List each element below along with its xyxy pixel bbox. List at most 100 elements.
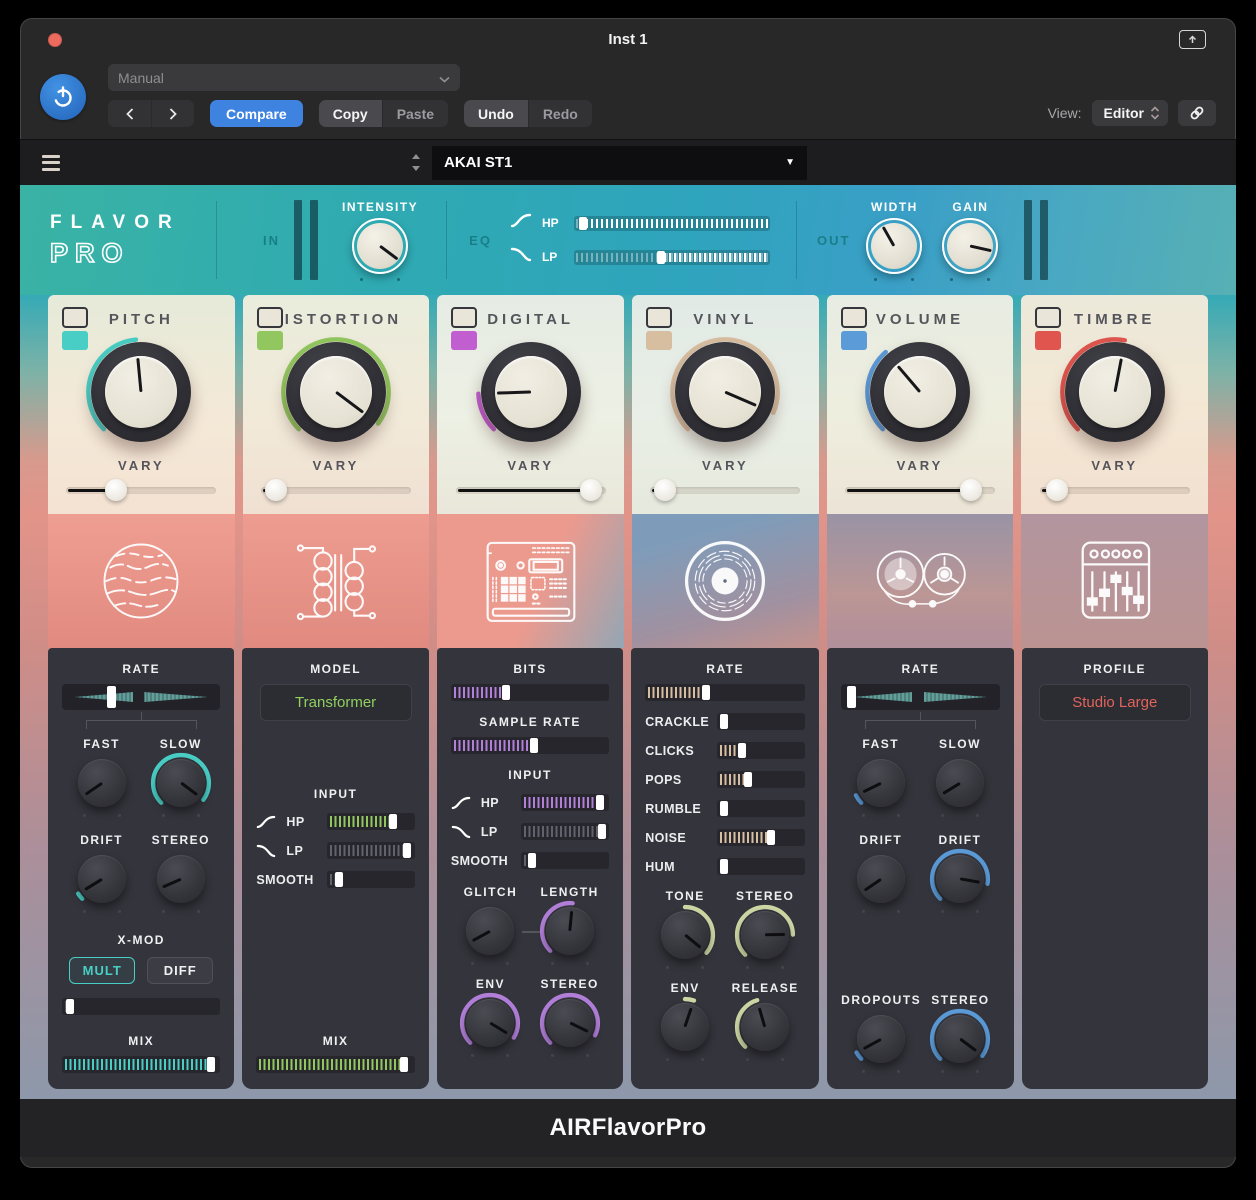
vinyl-vary-slider[interactable] xyxy=(650,479,800,501)
volume-dropouts-knob[interactable] xyxy=(855,1013,907,1065)
volume-drift-slow-knob[interactable] xyxy=(934,853,986,905)
pitch-rate-slider[interactable] xyxy=(62,684,220,710)
digital-bits-slider[interactable] xyxy=(451,684,609,701)
vinyl-stereo-knob[interactable] xyxy=(739,909,791,961)
slider-handle[interactable] xyxy=(66,999,74,1014)
device-select[interactable]: AKAI ST1 ▼ xyxy=(432,146,807,180)
digital-sample-rate-slider[interactable] xyxy=(451,737,609,754)
link-button[interactable] xyxy=(1178,100,1216,126)
vinyl-tone-knob[interactable] xyxy=(659,909,711,961)
slider-handle[interactable] xyxy=(720,714,728,729)
slider-handle[interactable] xyxy=(400,1057,408,1072)
next-preset-button[interactable] xyxy=(151,100,194,127)
vinyl-clicks-slider[interactable] xyxy=(717,742,805,759)
slider-handle[interactable] xyxy=(596,795,604,810)
digital-input-lp-slider[interactable] xyxy=(521,823,609,840)
digital-smooth-slider[interactable] xyxy=(521,852,609,869)
volume-fast-knob[interactable] xyxy=(855,757,907,809)
vinyl-pops-slider[interactable] xyxy=(717,771,805,788)
pitch-amount-knob[interactable] xyxy=(89,340,193,444)
power-button[interactable] xyxy=(40,74,86,120)
timbre-amount-knob[interactable] xyxy=(1063,340,1167,444)
volume-amount-knob[interactable] xyxy=(868,340,972,444)
volume-drift-fast-knob[interactable] xyxy=(855,853,907,905)
xmod-amount-slider[interactable] xyxy=(62,998,220,1015)
undo-button[interactable]: Undo xyxy=(464,100,528,127)
timbre-vary-slider[interactable] xyxy=(1040,479,1190,501)
vinyl-crackle-slider[interactable] xyxy=(717,713,805,730)
vinyl-rumble-slider[interactable] xyxy=(717,800,805,817)
compare-button[interactable]: Compare xyxy=(210,100,303,127)
vinyl-rate-slider[interactable] xyxy=(645,684,805,701)
slider-handle[interactable] xyxy=(744,772,752,787)
slider-handle[interactable] xyxy=(720,859,728,874)
distortion-amount-knob[interactable] xyxy=(284,340,388,444)
pitch-stereo-knob[interactable] xyxy=(155,853,207,905)
vinyl-release-knob[interactable] xyxy=(739,1001,791,1053)
device-stepper[interactable] xyxy=(412,154,420,171)
slider-handle[interactable] xyxy=(960,479,982,501)
distortion-mix-slider[interactable] xyxy=(256,1056,414,1073)
digital-stereo-knob[interactable] xyxy=(544,997,596,1049)
vinyl-amount-knob[interactable] xyxy=(673,340,777,444)
volume-vary-slider[interactable] xyxy=(845,479,995,501)
vinyl-hum-slider[interactable] xyxy=(717,858,805,875)
volume-rate-slider[interactable] xyxy=(841,684,999,710)
redo-button[interactable]: Redo xyxy=(528,100,592,127)
distortion-vary-slider[interactable] xyxy=(261,479,411,501)
slider-handle[interactable] xyxy=(767,830,775,845)
pitch-slow-knob[interactable] xyxy=(155,757,207,809)
pitch-fast-knob[interactable] xyxy=(76,757,128,809)
slider-handle[interactable] xyxy=(598,824,606,839)
pitch-mix-slider[interactable] xyxy=(62,1056,220,1073)
slider-handle[interactable] xyxy=(738,743,746,758)
distortion-smooth-slider[interactable] xyxy=(327,871,415,888)
slider-handle[interactable] xyxy=(403,843,411,858)
pitch-drift-knob[interactable] xyxy=(76,853,128,905)
hp-frequency-slider[interactable] xyxy=(574,216,770,231)
slider-handle[interactable] xyxy=(579,217,587,230)
digital-env-knob[interactable] xyxy=(464,997,516,1049)
pop-out-window-icon[interactable] xyxy=(1179,30,1206,49)
digital-glitch-knob[interactable] xyxy=(464,905,516,957)
gain-knob[interactable] xyxy=(942,218,998,274)
digital-length-knob[interactable] xyxy=(544,905,596,957)
slider-handle[interactable] xyxy=(107,686,116,708)
vinyl-noise-slider[interactable] xyxy=(717,829,805,846)
preset-select[interactable]: Manual xyxy=(108,64,460,91)
distortion-model-select[interactable]: Transformer xyxy=(260,684,412,721)
slider-handle[interactable] xyxy=(657,251,665,264)
distortion-input-lp-slider[interactable] xyxy=(327,842,415,859)
slider-handle[interactable] xyxy=(530,738,538,753)
digital-amount-knob[interactable] xyxy=(479,340,583,444)
xmod-mult-button[interactable]: MULT xyxy=(69,957,135,984)
lp-frequency-slider[interactable] xyxy=(574,250,770,265)
slider-handle[interactable] xyxy=(702,685,710,700)
width-knob[interactable] xyxy=(866,218,922,274)
copy-button[interactable]: Copy xyxy=(319,100,382,127)
timbre-profile-select[interactable]: Studio Large xyxy=(1039,684,1191,721)
close-window-button[interactable] xyxy=(48,33,62,47)
previous-preset-button[interactable] xyxy=(108,100,151,127)
distortion-input-hp-slider[interactable] xyxy=(327,813,415,830)
slider-handle[interactable] xyxy=(720,801,728,816)
slider-handle[interactable] xyxy=(265,479,287,501)
intensity-knob[interactable] xyxy=(352,218,408,274)
slider-handle[interactable] xyxy=(207,1057,215,1072)
menu-icon[interactable] xyxy=(42,155,60,171)
slider-handle[interactable] xyxy=(105,479,127,501)
digital-input-hp-slider[interactable] xyxy=(521,794,609,811)
volume-slow-knob[interactable] xyxy=(934,757,986,809)
view-select[interactable]: Editor xyxy=(1092,100,1168,126)
slider-handle[interactable] xyxy=(1046,479,1068,501)
volume-stereo-knob[interactable] xyxy=(934,1013,986,1065)
slider-handle[interactable] xyxy=(389,814,397,829)
slider-handle[interactable] xyxy=(580,479,602,501)
pitch-vary-slider[interactable] xyxy=(66,479,216,501)
digital-vary-slider[interactable] xyxy=(456,479,606,501)
slider-handle[interactable] xyxy=(847,686,856,708)
vinyl-env-knob[interactable] xyxy=(659,1001,711,1053)
slider-handle[interactable] xyxy=(335,872,343,887)
slider-handle[interactable] xyxy=(654,479,676,501)
slider-handle[interactable] xyxy=(528,853,536,868)
